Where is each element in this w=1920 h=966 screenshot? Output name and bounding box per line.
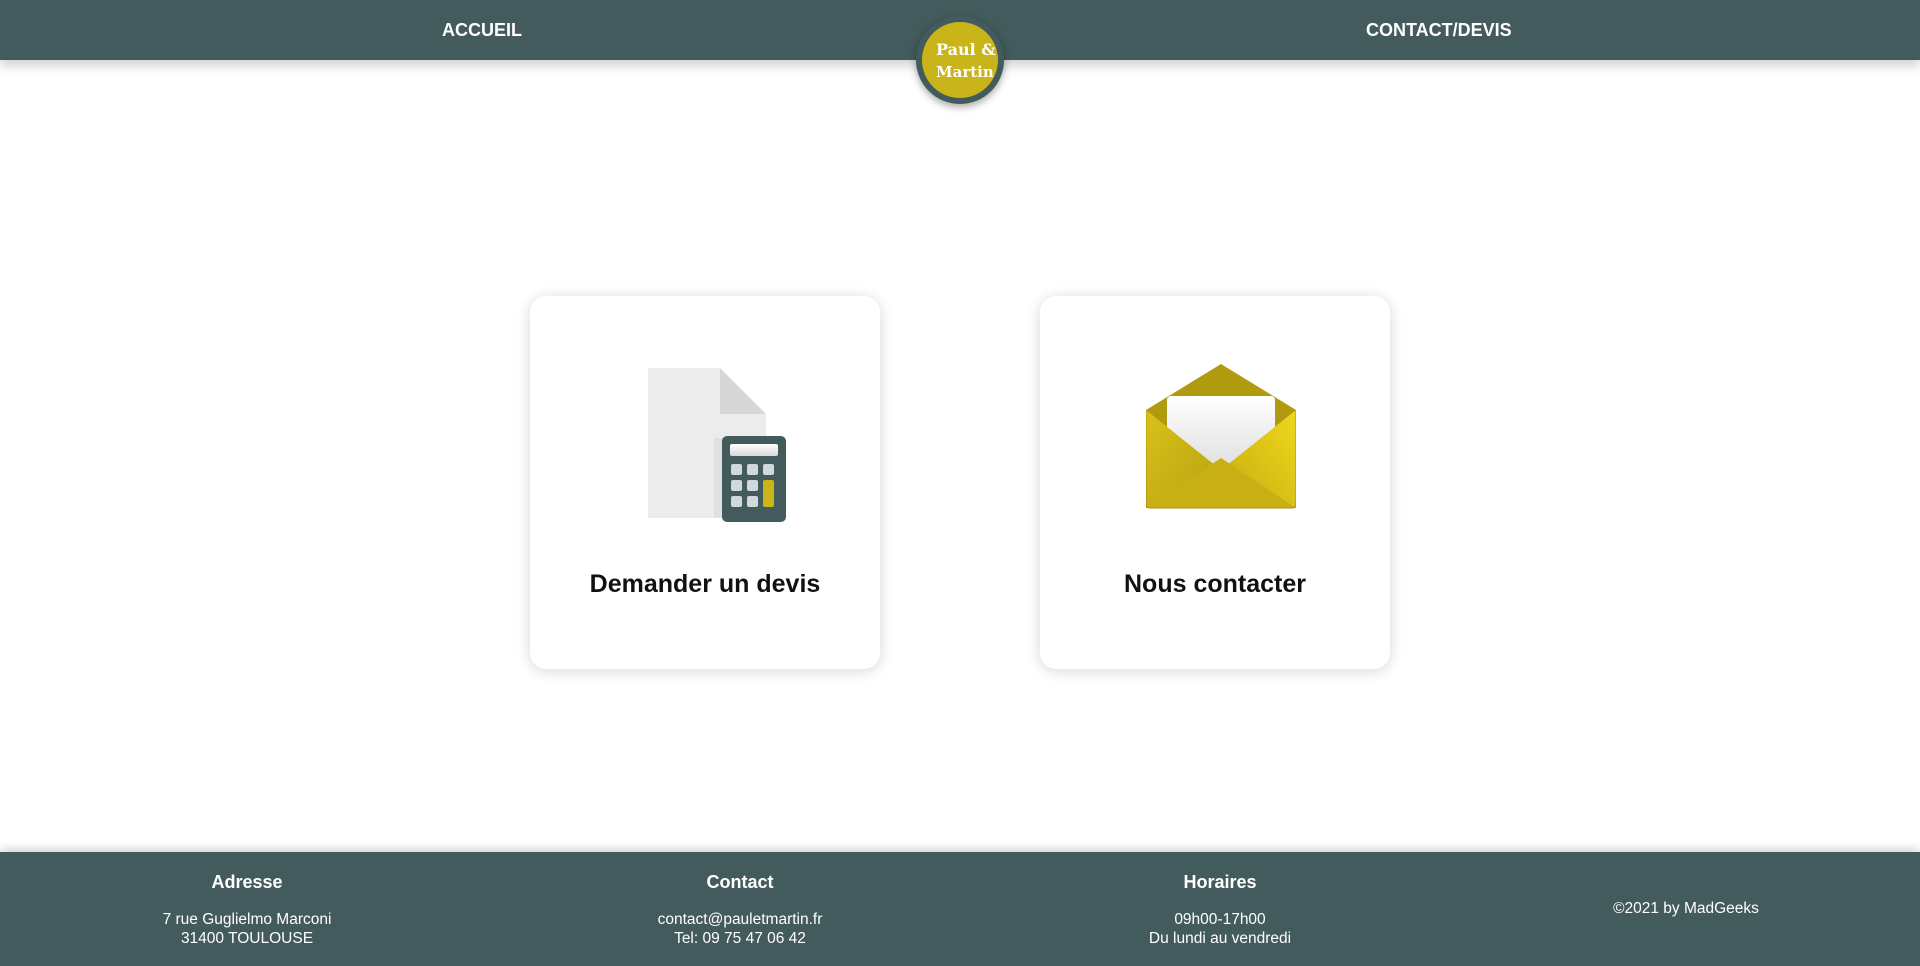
footer-address-heading: Adresse	[211, 872, 283, 892]
brand-logo[interactable]: Paul & Martin	[916, 16, 1004, 104]
logo-badge: Paul & Martin	[922, 22, 998, 98]
footer-hours-time: 09h00-17h00	[1174, 911, 1266, 928]
nav-link-accueil[interactable]: ACCUEIL	[442, 0, 522, 60]
footer-copyright: ©2021 by MadGeeks	[1613, 900, 1759, 917]
nav-link-contact-devis[interactable]: CONTACT/DEVIS	[1366, 0, 1512, 60]
logo-text-line1: Paul &	[936, 40, 996, 59]
logo-text-line2: Martin	[936, 63, 994, 81]
footer-contact-phone[interactable]: Tel: 09 75 47 06 42	[590, 930, 890, 948]
quote-request-title: Demander un devis	[589, 570, 821, 598]
quote-request-card[interactable]: Demander un devis	[530, 296, 880, 669]
footer-address-street: 7 rue Guglielmo Marconi	[162, 911, 332, 928]
footer-address-city: 31400 TOULOUSE	[180, 930, 314, 947]
contact-card[interactable]: Nous contacter	[1040, 296, 1390, 669]
footer-hours-days: Du lundi au vendredi	[1148, 930, 1292, 947]
contact-title: Nous contacter	[1124, 570, 1306, 598]
calculator-document-icon	[648, 368, 786, 522]
footer-hours-heading: Horaires	[1183, 872, 1257, 892]
footer-contact-email[interactable]: contact@pauletmartin.fr	[590, 911, 890, 929]
site-footer: Adresse 7 rue Guglielmo Marconi 31400 TO…	[0, 852, 1920, 966]
footer-contact-heading: Contact	[706, 872, 774, 892]
envelope-icon	[1146, 364, 1296, 509]
